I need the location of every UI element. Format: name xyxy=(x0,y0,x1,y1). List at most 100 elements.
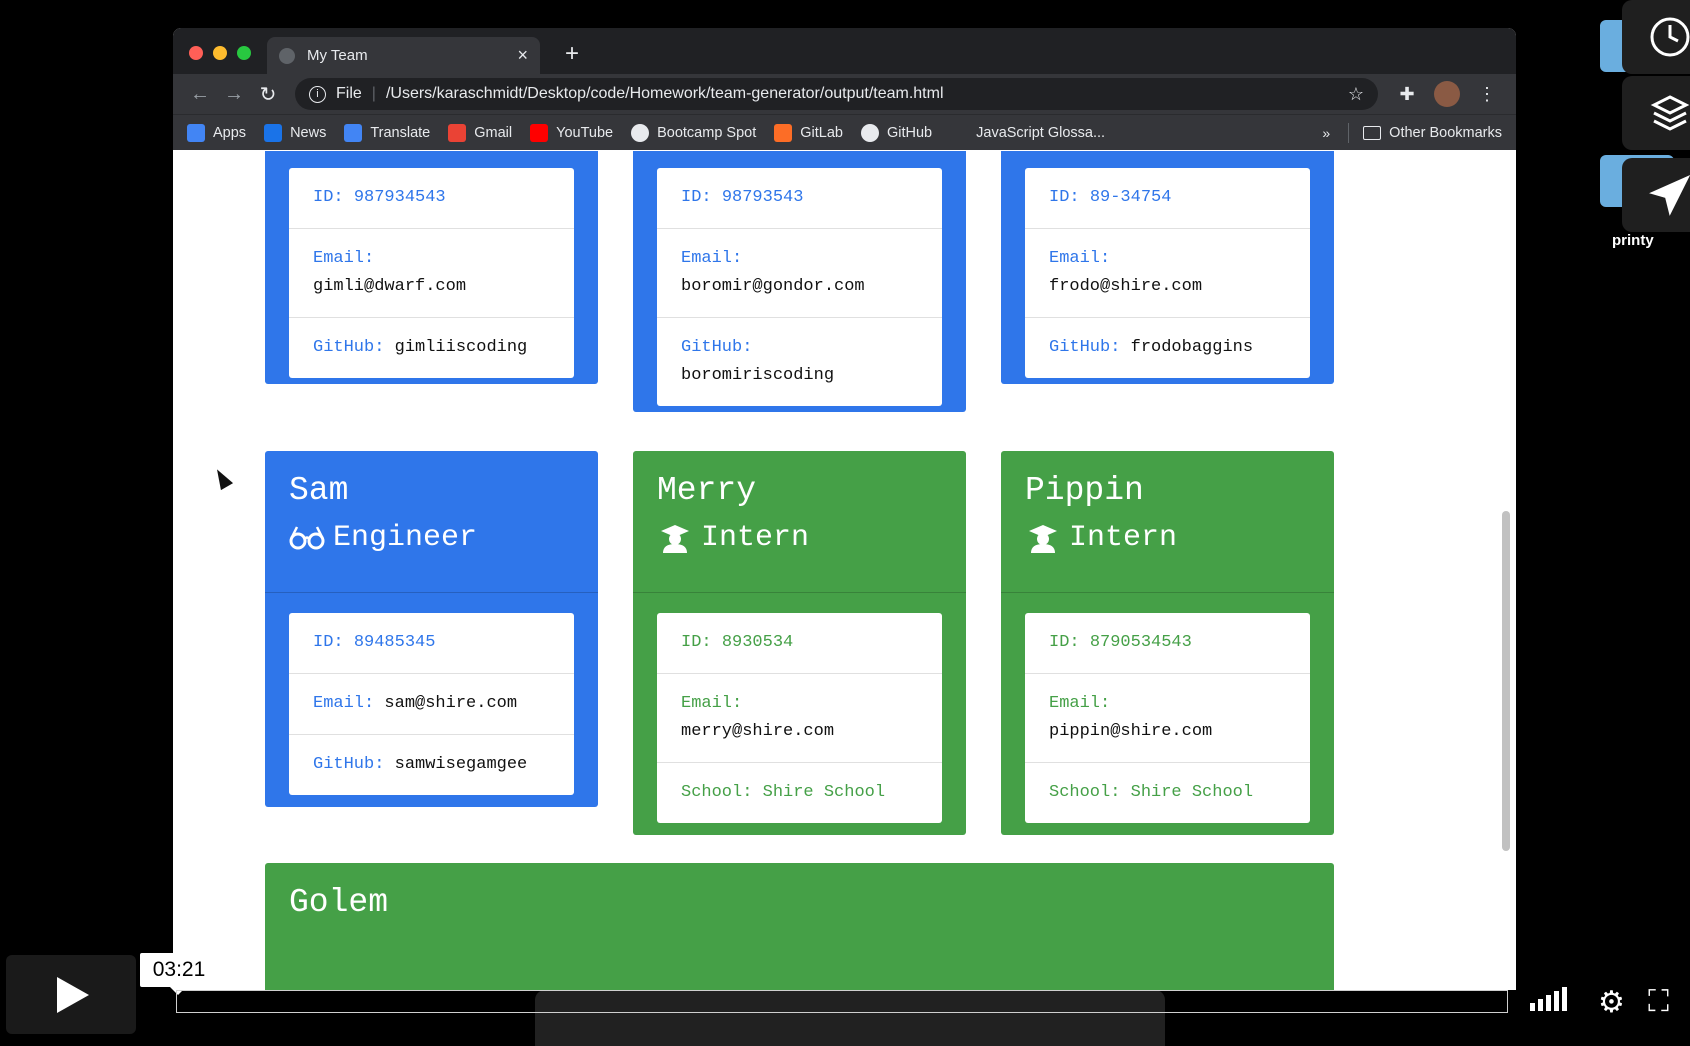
github-link[interactable]: gimliiscoding xyxy=(395,338,528,357)
bookmark-apps[interactable]: Apps xyxy=(187,123,246,142)
bookmark-javascript-glossary[interactable]: JavaScript Glossa... xyxy=(950,123,1105,142)
graduate-icon xyxy=(1025,523,1061,553)
bookmarks-bar: Apps News Translate Gmail YouTube Bootca… xyxy=(173,114,1516,150)
email-row: Email: merry@shire.com xyxy=(657,674,942,763)
email-row: Email: pippin@shire.com xyxy=(1025,674,1310,763)
email-row: Email: gimli@dwarf.com xyxy=(289,229,574,318)
timestamp-tooltip: 03:21 xyxy=(140,953,218,995)
profile-avatar[interactable] xyxy=(1434,81,1460,107)
employee-name: Pippin xyxy=(1025,472,1144,509)
bookmark-bootcamp-spot[interactable]: Bootcamp Spot xyxy=(631,123,756,142)
url-separator: | xyxy=(371,85,376,102)
volume-bars-icon[interactable] xyxy=(1530,985,1576,1019)
address-bar[interactable]: i File | /Users/karaschmidt/Desktop/code… xyxy=(295,78,1378,110)
email-link[interactable]: frodo@shire.com xyxy=(1049,273,1286,301)
card-details: ID: 89-34754 Email: frodo@shire.com GitHu… xyxy=(1025,168,1310,378)
forward-arrow-icon[interactable]: → xyxy=(217,83,251,106)
new-tab-button[interactable]: + xyxy=(565,40,579,68)
bookmark-gmail[interactable]: Gmail xyxy=(448,123,512,142)
employee-card-pippin: Pippin Intern ID: 8790534543 Email: pippi… xyxy=(1001,451,1334,835)
bookmark-translate[interactable]: Translate xyxy=(344,123,430,142)
page-scrollbar[interactable] xyxy=(1502,511,1510,851)
play-button[interactable] xyxy=(6,955,136,1034)
school-row: School: Shire School xyxy=(681,783,886,802)
other-bookmarks[interactable]: Other Bookmarks xyxy=(1389,125,1502,141)
id-row: ID: 8790534543 xyxy=(1025,613,1310,674)
settings-gear-icon[interactable]: ⚙ xyxy=(1598,985,1625,1020)
card-header: Sam Engineer xyxy=(265,451,598,593)
url-text[interactable]: /Users/karaschmidt/Desktop/code/Homework… xyxy=(386,85,1348,103)
javascript-icon xyxy=(950,123,969,142)
email-link[interactable]: merry@shire.com xyxy=(681,718,918,746)
team-page: ID: 987934543 Email: gimli@dwarf.com GitH… xyxy=(173,151,1516,990)
tab-close-icon[interactable]: × xyxy=(517,45,528,66)
email-link[interactable]: boromir@gondor.com xyxy=(681,273,918,301)
employee-card-sam: Sam Engineer ID: 89485345 Email: sam@shi… xyxy=(265,451,598,807)
more-bookmarks-chevron-icon[interactable]: » xyxy=(1322,125,1330,141)
bookmark-news[interactable]: News xyxy=(264,123,326,142)
glasses-icon xyxy=(289,523,325,553)
bookmark-youtube[interactable]: YouTube xyxy=(530,123,613,142)
github-row: GitHub: frodobaggins xyxy=(1049,338,1254,357)
employee-card-golem: Golem xyxy=(265,863,1334,990)
employee-card-merry: Merry Intern ID: 8930534 Email: merry@shi… xyxy=(633,451,966,835)
card-details: ID: 98793543 Email: boromir@gondor.com Gi… xyxy=(657,168,942,406)
employee-card-frodo: ID: 89-34754 Email: frodo@shire.com GitHu… xyxy=(1001,151,1334,384)
watch-later-clock-icon[interactable] xyxy=(1622,0,1690,74)
bookmark-star-icon[interactable]: ☆ xyxy=(1348,84,1364,105)
reload-icon[interactable]: ↻ xyxy=(251,82,285,107)
email-row: Email: boromir@gondor.com xyxy=(657,229,942,318)
bookmark-gitlab[interactable]: GitLab xyxy=(774,123,843,142)
video-progress-bar[interactable] xyxy=(176,990,1508,1013)
email-row: Email: frodo@shire.com xyxy=(1025,229,1310,318)
github-link[interactable]: boromiriscoding xyxy=(681,362,918,390)
card-details: ID: 8930534 Email: merry@shire.com School… xyxy=(657,613,942,823)
employee-name: Merry xyxy=(657,472,757,509)
github-link[interactable]: samwisegamgee xyxy=(395,755,528,774)
email-link[interactable]: sam@shire.com xyxy=(384,694,517,713)
github-icon xyxy=(860,123,879,142)
email-link[interactable]: pippin@shire.com xyxy=(1049,718,1286,746)
fullscreen-icon[interactable]: ⛶ xyxy=(1648,985,1669,1019)
github-link[interactable]: frodobaggins xyxy=(1131,338,1253,357)
card-header: Merry Intern xyxy=(633,451,966,593)
github-row: GitHub: gimliiscoding xyxy=(313,338,528,357)
info-icon[interactable]: i xyxy=(309,85,326,103)
youtube-icon xyxy=(530,123,549,142)
minimize-window-button[interactable] xyxy=(213,46,227,60)
apps-grid-icon xyxy=(187,123,205,142)
tab-bar: My Team × + xyxy=(173,28,1516,74)
collections-layers-icon[interactable] xyxy=(1622,76,1690,150)
email-row: Email: sam@shire.com xyxy=(289,674,574,735)
id-row: ID: 98793543 xyxy=(657,168,942,229)
tab-my-team[interactable]: My Team × xyxy=(267,37,540,74)
news-icon xyxy=(264,123,283,142)
kebab-menu-icon[interactable]: ⋮ xyxy=(1468,84,1506,105)
bookmarks-right: » Other Bookmarks xyxy=(1322,122,1502,143)
url-scheme: File xyxy=(336,85,362,102)
extensions-puzzle-icon[interactable]: ✚ xyxy=(1388,84,1426,105)
desktop-folder-label: printy xyxy=(1612,232,1654,249)
card-details: ID: 987934543 Email: gimli@dwarf.com GitH… xyxy=(289,168,574,378)
mouse-cursor-icon xyxy=(210,465,234,491)
school-row: School: Shire School xyxy=(1049,783,1254,802)
employee-role: Intern xyxy=(657,521,942,555)
card-header: Golem xyxy=(265,863,1334,990)
gitlab-icon xyxy=(774,123,793,142)
employee-name: Golem xyxy=(289,884,389,921)
close-window-button[interactable] xyxy=(189,46,203,60)
bootcamp-icon xyxy=(631,123,650,142)
bookmark-github[interactable]: GitHub xyxy=(860,123,932,142)
github-row: GitHub: boromiriscoding xyxy=(657,318,942,406)
divider xyxy=(1348,122,1350,143)
maximize-window-button[interactable] xyxy=(237,46,251,60)
back-arrow-icon[interactable]: ← xyxy=(183,83,217,106)
employee-name: Sam xyxy=(289,472,349,509)
graduate-icon xyxy=(657,523,693,553)
card-details: ID: 89485345 Email: sam@shire.com GitHub… xyxy=(289,613,574,795)
folder-icon xyxy=(1363,125,1382,140)
email-link[interactable]: gimli@dwarf.com xyxy=(313,273,550,301)
id-row: ID: 89-34754 xyxy=(1025,168,1310,229)
tab-title: My Team xyxy=(307,47,368,64)
share-paper-plane-icon[interactable] xyxy=(1622,158,1690,232)
